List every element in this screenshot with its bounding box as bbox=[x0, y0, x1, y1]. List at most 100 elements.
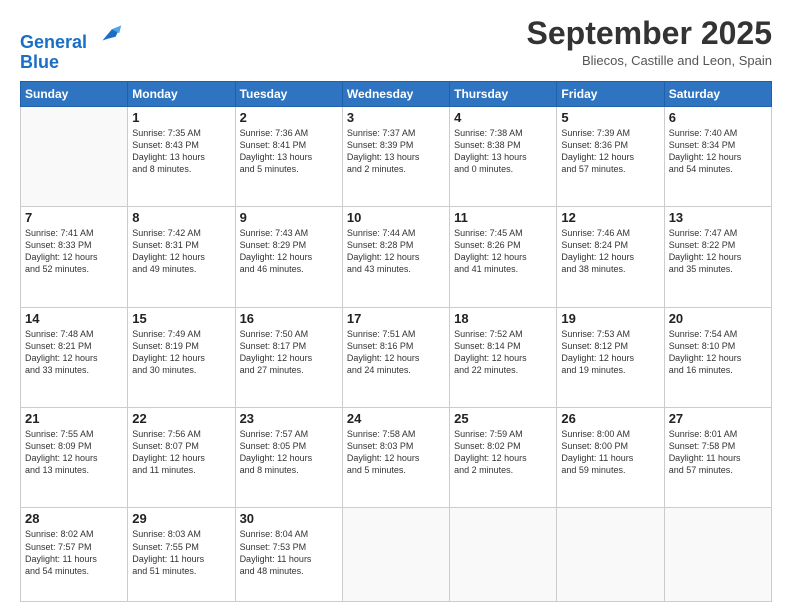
day-info: Sunrise: 7:49 AM Sunset: 8:19 PM Dayligh… bbox=[132, 328, 230, 377]
calendar-cell: 29 Sunrise: 8:03 AM Sunset: 7:55 PM Dayli… bbox=[128, 508, 235, 602]
day-number: 21 bbox=[25, 411, 123, 426]
day-info: Sunrise: 7:50 AM Sunset: 8:17 PM Dayligh… bbox=[240, 328, 338, 377]
page: General Blue September 2025 Bliecos, Cas… bbox=[0, 0, 792, 612]
calendar-cell: 3 Sunrise: 7:37 AM Sunset: 8:39 PM Daylig… bbox=[342, 106, 449, 206]
day-number: 4 bbox=[454, 110, 552, 125]
calendar-cell: 19Sunrise: 7:53 AM Sunset: 8:12 PM Dayli… bbox=[557, 307, 664, 407]
calendar-cell: 18Sunrise: 7:52 AM Sunset: 8:14 PM Dayli… bbox=[450, 307, 557, 407]
subtitle: Bliecos, Castille and Leon, Spain bbox=[527, 53, 772, 68]
calendar-cell: 10Sunrise: 7:44 AM Sunset: 8:28 PM Dayli… bbox=[342, 207, 449, 307]
day-number: 6 bbox=[669, 110, 767, 125]
day-info: Sunrise: 7:57 AM Sunset: 8:05 PM Dayligh… bbox=[240, 428, 338, 477]
day-info: Sunrise: 7:35 AM Sunset: 8:43 PM Dayligh… bbox=[132, 127, 230, 176]
calendar-cell: 6 Sunrise: 7:40 AM Sunset: 8:34 PM Daylig… bbox=[664, 106, 771, 206]
calendar-header-friday: Friday bbox=[557, 81, 664, 106]
calendar-cell: 11 Sunrise: 7:45 AM Sunset: 8:26 PM Dayli… bbox=[450, 207, 557, 307]
calendar-cell: 8Sunrise: 7:42 AM Sunset: 8:31 PM Daylig… bbox=[128, 207, 235, 307]
day-number: 9 bbox=[240, 210, 338, 225]
day-info: Sunrise: 7:39 AM Sunset: 8:36 PM Dayligh… bbox=[561, 127, 659, 176]
calendar-cell: 22 Sunrise: 7:56 AM Sunset: 8:07 PM Dayli… bbox=[128, 408, 235, 508]
calendar-cell: 13 Sunrise: 7:47 AM Sunset: 8:22 PM Dayli… bbox=[664, 207, 771, 307]
day-number: 5 bbox=[561, 110, 659, 125]
calendar-header-thursday: Thursday bbox=[450, 81, 557, 106]
logo-bird-icon bbox=[95, 20, 123, 48]
calendar-cell: 27Sunrise: 8:01 AM Sunset: 7:58 PM Dayli… bbox=[664, 408, 771, 508]
day-info: Sunrise: 7:53 AM Sunset: 8:12 PM Dayligh… bbox=[561, 328, 659, 377]
day-number: 28 bbox=[25, 511, 123, 526]
day-info: Sunrise: 7:56 AM Sunset: 8:07 PM Dayligh… bbox=[132, 428, 230, 477]
day-info: Sunrise: 7:59 AM Sunset: 8:02 PM Dayligh… bbox=[454, 428, 552, 477]
day-number: 29 bbox=[132, 511, 230, 526]
day-info: Sunrise: 7:43 AM Sunset: 8:29 PM Dayligh… bbox=[240, 227, 338, 276]
calendar-cell bbox=[557, 508, 664, 602]
calendar-cell: 28Sunrise: 8:02 AM Sunset: 7:57 PM Dayli… bbox=[21, 508, 128, 602]
day-number: 20 bbox=[669, 311, 767, 326]
calendar-cell: 16 Sunrise: 7:50 AM Sunset: 8:17 PM Dayli… bbox=[235, 307, 342, 407]
day-info: Sunrise: 7:46 AM Sunset: 8:24 PM Dayligh… bbox=[561, 227, 659, 276]
calendar-cell: 9 Sunrise: 7:43 AM Sunset: 8:29 PM Daylig… bbox=[235, 207, 342, 307]
day-number: 24 bbox=[347, 411, 445, 426]
day-info: Sunrise: 7:52 AM Sunset: 8:14 PM Dayligh… bbox=[454, 328, 552, 377]
day-number: 22 bbox=[132, 411, 230, 426]
day-number: 25 bbox=[454, 411, 552, 426]
calendar-header-tuesday: Tuesday bbox=[235, 81, 342, 106]
day-info: Sunrise: 7:40 AM Sunset: 8:34 PM Dayligh… bbox=[669, 127, 767, 176]
day-number: 3 bbox=[347, 110, 445, 125]
day-number: 23 bbox=[240, 411, 338, 426]
calendar-header-wednesday: Wednesday bbox=[342, 81, 449, 106]
calendar-cell: 4 Sunrise: 7:38 AM Sunset: 8:38 PM Daylig… bbox=[450, 106, 557, 206]
day-info: Sunrise: 7:38 AM Sunset: 8:38 PM Dayligh… bbox=[454, 127, 552, 176]
day-number: 11 bbox=[454, 210, 552, 225]
calendar-header-saturday: Saturday bbox=[664, 81, 771, 106]
day-number: 17 bbox=[347, 311, 445, 326]
calendar-header-monday: Monday bbox=[128, 81, 235, 106]
day-info: Sunrise: 7:37 AM Sunset: 8:39 PM Dayligh… bbox=[347, 127, 445, 176]
day-number: 1 bbox=[132, 110, 230, 125]
logo-blue: Blue bbox=[20, 53, 123, 73]
day-info: Sunrise: 7:45 AM Sunset: 8:26 PM Dayligh… bbox=[454, 227, 552, 276]
day-number: 26 bbox=[561, 411, 659, 426]
calendar-cell: 23 Sunrise: 7:57 AM Sunset: 8:05 PM Dayli… bbox=[235, 408, 342, 508]
calendar-cell: 15 Sunrise: 7:49 AM Sunset: 8:19 PM Dayli… bbox=[128, 307, 235, 407]
day-info: Sunrise: 7:44 AM Sunset: 8:28 PM Dayligh… bbox=[347, 227, 445, 276]
calendar-cell: 24 Sunrise: 7:58 AM Sunset: 8:03 PM Dayli… bbox=[342, 408, 449, 508]
day-info: Sunrise: 7:51 AM Sunset: 8:16 PM Dayligh… bbox=[347, 328, 445, 377]
day-number: 15 bbox=[132, 311, 230, 326]
logo-general: General bbox=[20, 32, 87, 52]
day-info: Sunrise: 7:54 AM Sunset: 8:10 PM Dayligh… bbox=[669, 328, 767, 377]
calendar-table: SundayMondayTuesdayWednesdayThursdayFrid… bbox=[20, 81, 772, 602]
day-number: 14 bbox=[25, 311, 123, 326]
day-number: 13 bbox=[669, 210, 767, 225]
calendar-cell: 21 Sunrise: 7:55 AM Sunset: 8:09 PM Dayli… bbox=[21, 408, 128, 508]
calendar-week-2: 7Sunrise: 7:41 AM Sunset: 8:33 PM Daylig… bbox=[21, 207, 772, 307]
calendar-cell bbox=[342, 508, 449, 602]
calendar-cell bbox=[21, 106, 128, 206]
calendar-cell: 30Sunrise: 8:04 AM Sunset: 7:53 PM Dayli… bbox=[235, 508, 342, 602]
day-number: 16 bbox=[240, 311, 338, 326]
calendar-cell bbox=[450, 508, 557, 602]
calendar-week-1: 1 Sunrise: 7:35 AM Sunset: 8:43 PM Daylig… bbox=[21, 106, 772, 206]
day-info: Sunrise: 7:55 AM Sunset: 8:09 PM Dayligh… bbox=[25, 428, 123, 477]
calendar-week-5: 28Sunrise: 8:02 AM Sunset: 7:57 PM Dayli… bbox=[21, 508, 772, 602]
calendar-cell: 20 Sunrise: 7:54 AM Sunset: 8:10 PM Dayli… bbox=[664, 307, 771, 407]
calendar-cell: 12 Sunrise: 7:46 AM Sunset: 8:24 PM Dayli… bbox=[557, 207, 664, 307]
calendar-cell: 26 Sunrise: 8:00 AM Sunset: 8:00 PM Dayli… bbox=[557, 408, 664, 508]
day-info: Sunrise: 8:04 AM Sunset: 7:53 PM Dayligh… bbox=[240, 528, 338, 577]
day-info: Sunrise: 8:01 AM Sunset: 7:58 PM Dayligh… bbox=[669, 428, 767, 477]
title-block: September 2025 Bliecos, Castille and Leo… bbox=[527, 16, 772, 68]
day-number: 8 bbox=[132, 210, 230, 225]
calendar-cell: 2Sunrise: 7:36 AM Sunset: 8:41 PM Daylig… bbox=[235, 106, 342, 206]
calendar-cell: 14 Sunrise: 7:48 AM Sunset: 8:21 PM Dayli… bbox=[21, 307, 128, 407]
day-info: Sunrise: 8:00 AM Sunset: 8:00 PM Dayligh… bbox=[561, 428, 659, 477]
day-info: Sunrise: 7:47 AM Sunset: 8:22 PM Dayligh… bbox=[669, 227, 767, 276]
day-info: Sunrise: 8:03 AM Sunset: 7:55 PM Dayligh… bbox=[132, 528, 230, 577]
day-info: Sunrise: 7:48 AM Sunset: 8:21 PM Dayligh… bbox=[25, 328, 123, 377]
logo: General Blue bbox=[20, 20, 123, 73]
calendar-header-sunday: Sunday bbox=[21, 81, 128, 106]
day-info: Sunrise: 7:41 AM Sunset: 8:33 PM Dayligh… bbox=[25, 227, 123, 276]
main-title: September 2025 bbox=[527, 16, 772, 51]
day-info: Sunrise: 7:58 AM Sunset: 8:03 PM Dayligh… bbox=[347, 428, 445, 477]
day-number: 12 bbox=[561, 210, 659, 225]
logo-text: General bbox=[20, 20, 123, 53]
day-number: 2 bbox=[240, 110, 338, 125]
